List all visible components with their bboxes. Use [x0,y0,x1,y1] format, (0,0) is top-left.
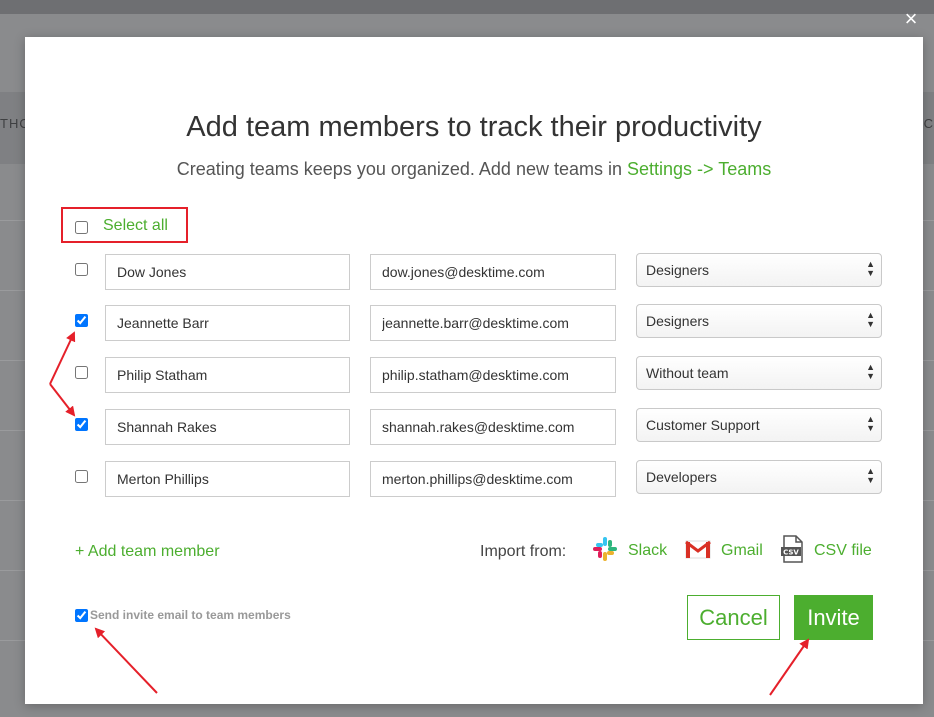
member-row: Customer Support ▲▼ [25,408,923,447]
member-name-field[interactable] [105,357,350,393]
team-select-value: Developers [646,469,717,485]
select-arrows-icon: ▲ ▼ [866,310,875,329]
member-email-field[interactable] [370,305,616,341]
member-email-field[interactable] [370,357,616,393]
member-name-field[interactable] [105,409,350,445]
member-row: Designers ▲▼ [25,304,923,343]
gmail-icon [685,539,711,564]
modal-subtitle: Creating teams keeps you organized. Add … [25,159,923,180]
team-select-value: Designers [646,313,710,329]
import-csv-button[interactable]: CSV CSV file [780,534,872,568]
close-icon: × [904,6,918,31]
invite-button[interactable]: Invite [794,595,873,640]
member-name-field[interactable] [105,305,350,341]
member-checkbox[interactable] [75,263,88,276]
team-select[interactable]: Developers ▲ ▼ [636,460,882,494]
member-name-field[interactable] [105,254,350,290]
member-row: Without team ▲▼ [25,356,923,395]
select-all-label[interactable]: Select all [103,217,168,235]
csv-file-icon: CSV [780,534,804,568]
member-row: Designers ▲▼ [25,253,923,292]
import-slack-button[interactable]: Slack [592,536,668,567]
team-select[interactable]: Designers ▲ ▼ [636,253,882,287]
team-select-value: Without team [646,365,729,381]
team-select[interactable]: Designers ▲ ▼ [636,304,882,338]
subtitle-text: Creating teams keeps you organized. Add … [176,159,627,179]
close-modal-button[interactable]: × [900,8,922,30]
select-arrows-icon: ▲ ▼ [866,362,875,381]
member-email-field[interactable] [370,254,616,290]
team-select[interactable]: Without team ▲ ▼ [636,356,882,390]
import-gmail-label: Gmail [721,542,763,559]
member-checkbox[interactable] [75,470,88,483]
send-invite-label[interactable]: Send invite email to team members [90,608,291,622]
member-checkbox[interactable] [75,314,88,327]
member-checkbox[interactable] [75,366,88,379]
member-email-field[interactable] [370,461,616,497]
member-checkbox[interactable] [75,418,88,431]
background-topbar [0,0,934,14]
import-from-label: Import from: [480,543,567,560]
member-name-field[interactable] [105,461,350,497]
send-invite-checkbox[interactable] [75,609,88,622]
select-all-checkbox[interactable] [75,221,88,234]
select-arrows-icon: ▲ ▼ [866,259,875,278]
svg-text:CSV: CSV [783,548,799,556]
settings-teams-link[interactable]: Settings -> Teams [627,159,771,179]
member-email-field[interactable] [370,409,616,445]
import-slack-label: Slack [628,542,668,559]
slack-icon [592,536,618,567]
modal-title: Add team members to track their producti… [186,111,762,143]
select-all-highlight: Select all [61,207,188,243]
team-select-value: Customer Support [646,417,760,433]
import-gmail-button[interactable]: Gmail [685,537,763,565]
add-team-members-modal: Add team members to track their producti… [25,37,923,704]
add-team-member-link[interactable]: + Add team member [75,543,220,561]
team-select-value: Designers [646,262,710,278]
team-select[interactable]: Customer Support ▲ ▼ [636,408,882,442]
member-row: Developers ▲▼ [25,460,923,499]
cancel-button[interactable]: Cancel [687,595,780,640]
select-arrows-icon: ▲ ▼ [866,466,875,485]
select-arrows-icon: ▲ ▼ [866,414,875,433]
import-csv-label: CSV file [814,542,872,559]
